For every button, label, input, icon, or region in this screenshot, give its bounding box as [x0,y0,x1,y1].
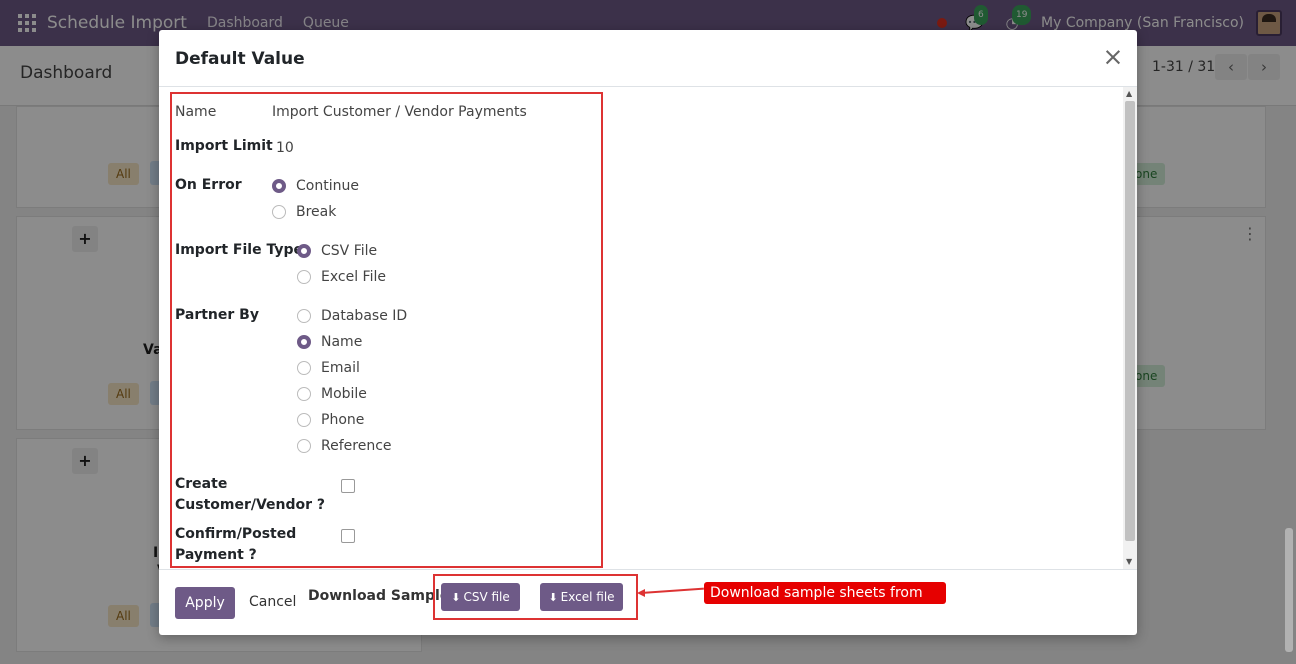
dialog-scrollbar[interactable]: ▲ ▼ [1123,87,1137,569]
radio-unselected-icon [297,270,311,284]
file-type-radio-excel[interactable]: Excel File [297,269,386,285]
radio-unselected-icon [272,205,286,219]
page-scrollbar[interactable] [1283,106,1296,664]
scroll-up-icon[interactable]: ▲ [1126,89,1132,98]
on-error-label: On Error [175,177,242,193]
annotation-arrow-icon [637,589,645,597]
partner-by-radio-reference[interactable]: Reference [297,438,392,454]
name-value: Import Customer / Vendor Payments [272,104,527,120]
confirm-payment-label: Confirm/Posted [175,526,297,542]
dialog-body: Name Import Customer / Vendor Payments I… [159,87,1137,569]
partner-by-radio-mobile[interactable]: Mobile [297,386,367,402]
partner-by-radio-name[interactable]: Name [297,334,362,350]
dialog-header: Default Value × [159,30,1137,87]
radio-unselected-icon [297,439,311,453]
partner-by-radio-phone[interactable]: Phone [297,412,364,428]
partner-by-radio-email[interactable]: Email [297,360,360,376]
scrollbar-thumb[interactable] [1125,101,1135,541]
cancel-button[interactable]: Cancel [249,594,296,610]
dialog-footer: Apply Cancel Download Sample: ⬇ CSV file … [159,569,1137,635]
confirm-payment-label-2: Payment ? [175,547,257,563]
create-partner-label-2: Customer/Vendor ? [175,497,326,513]
file-type-radio-csv[interactable]: CSV File [297,243,377,259]
download-excel-button[interactable]: ⬇ Excel file [540,583,623,611]
default-value-dialog: Default Value × Name Import Customer / V… [159,30,1137,635]
radio-unselected-icon [297,361,311,375]
name-label: Name [175,104,217,120]
apply-button[interactable]: Apply [175,587,235,619]
radio-unselected-icon [297,413,311,427]
on-error-radio-break[interactable]: Break [272,204,336,220]
scroll-down-icon[interactable]: ▼ [1126,557,1132,566]
radio-unselected-icon [297,387,311,401]
create-partner-label: Create [175,476,228,492]
import-limit-label: Import Limit [175,138,273,154]
file-type-label: Import File Type [175,242,303,258]
download-csv-button[interactable]: ⬇ CSV file [441,583,520,611]
import-limit-input[interactable]: 10 [276,140,294,156]
dialog-title: Default Value [175,49,305,69]
radio-selected-icon [297,335,311,349]
download-icon: ⬇ [451,591,461,604]
partner-by-label: Partner By [175,307,259,323]
create-partner-checkbox[interactable] [341,479,355,493]
radio-selected-icon [272,179,286,193]
radio-unselected-icon [297,309,311,323]
partner-by-radio-database-id[interactable]: Database ID [297,308,407,324]
annotation-callout: Download sample sheets from here [704,582,946,623]
download-icon: ⬇ [548,591,558,604]
confirm-payment-checkbox[interactable] [341,529,355,543]
on-error-radio-continue[interactable]: Continue [272,178,359,194]
radio-selected-icon [297,244,311,258]
close-icon[interactable]: × [1101,44,1125,70]
